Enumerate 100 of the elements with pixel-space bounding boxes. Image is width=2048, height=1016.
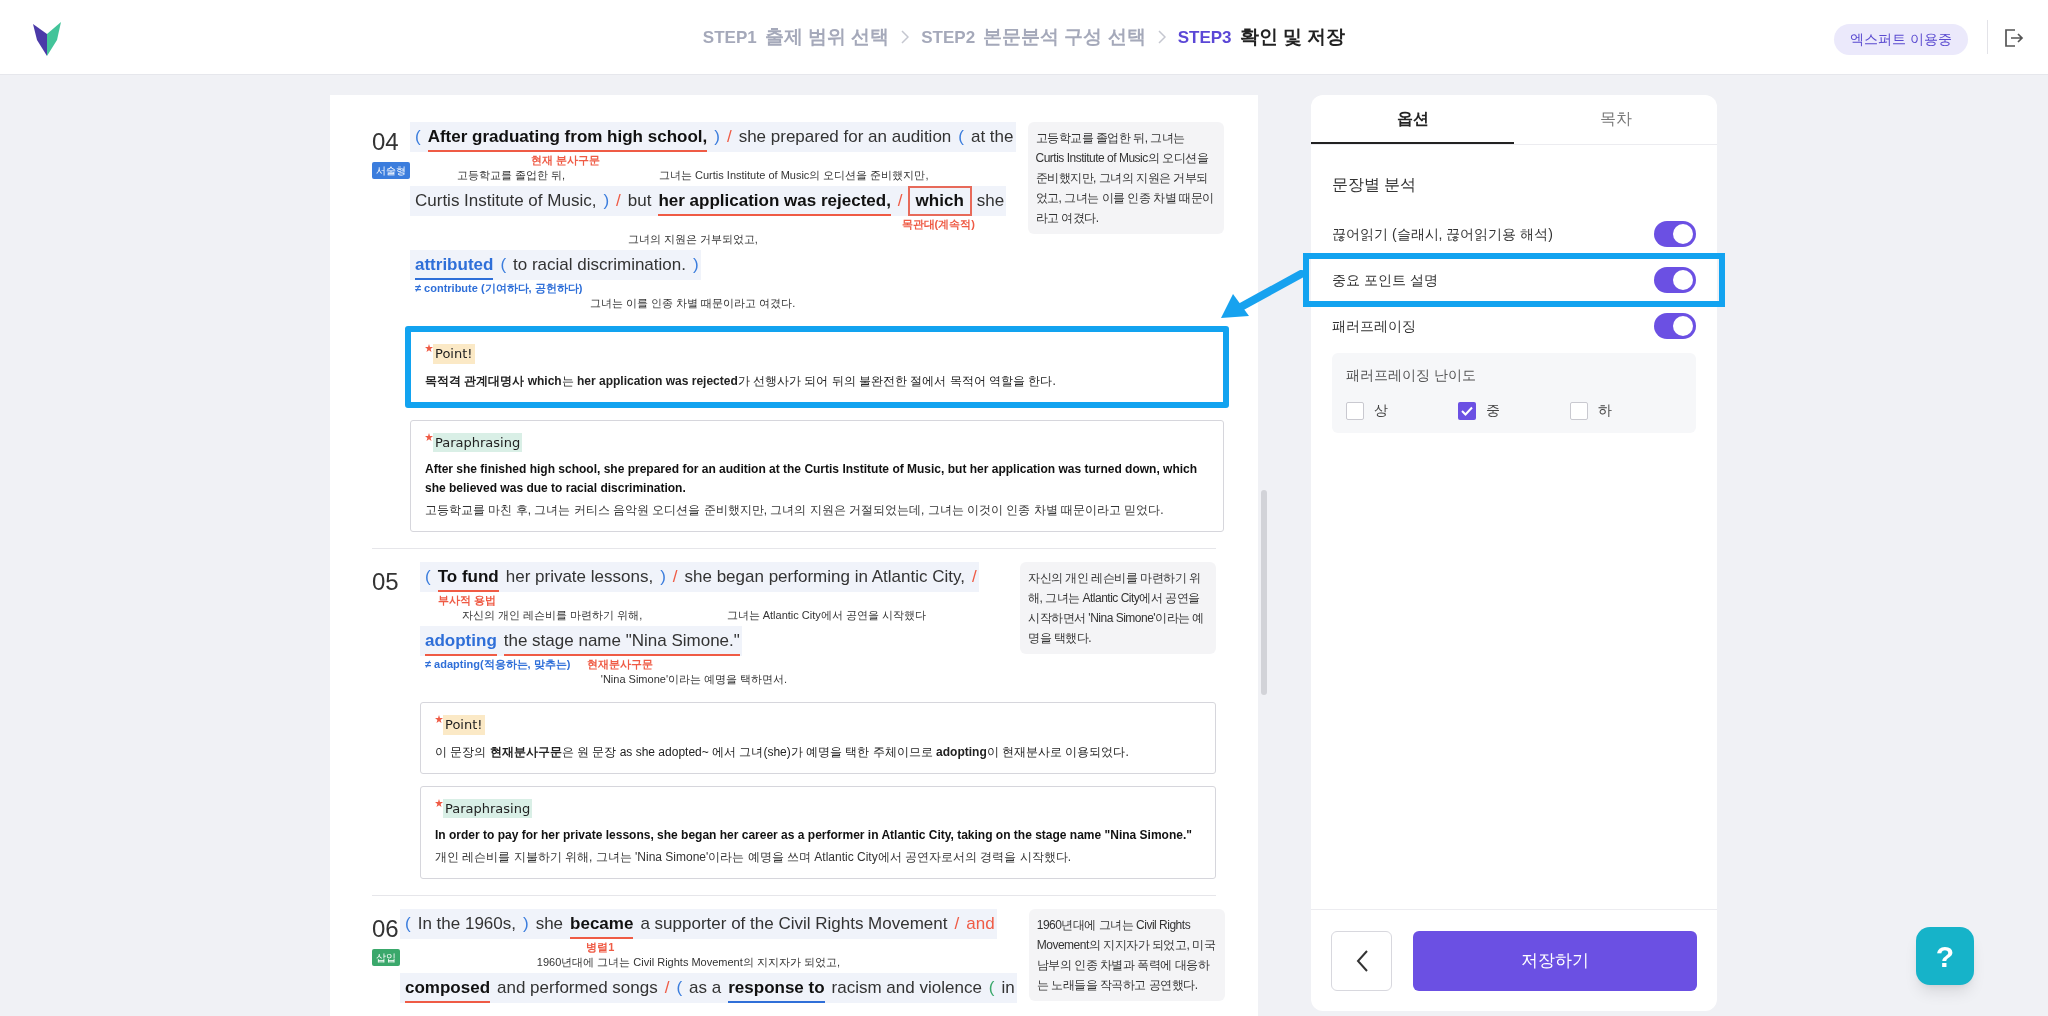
panel-tab[interactable]: 목차 bbox=[1514, 95, 1717, 144]
star-icon bbox=[425, 344, 433, 352]
sentence-text: in bbox=[1001, 977, 1015, 999]
checkbox-label: 중 bbox=[1486, 401, 1500, 420]
sentence-text: to racial discrimination. bbox=[513, 254, 686, 276]
logo-icon[interactable] bbox=[33, 22, 61, 56]
chunk-translation: 그녀는 이를 인종 차별 때문이라고 여겼다. bbox=[590, 296, 796, 311]
grammar-note: 부사적 용법 bbox=[437, 593, 496, 607]
conjunction-word: and bbox=[966, 913, 995, 935]
toggle-label: 패러프레이징 bbox=[1332, 316, 1416, 336]
bracket-mark: ( bbox=[988, 977, 995, 999]
key-phrase: became bbox=[570, 911, 634, 939]
translation-box: 1960년대에 그녀는 Civil Rights Movement의 지지자가 되었고, 미국 남부의 인종 차별과 폭력에 대응하는 노래들을 작곡하고 공연했다. bbox=[1028, 909, 1225, 1001]
key-phrase: After graduating from high school, bbox=[427, 124, 708, 152]
checkbox[interactable] bbox=[1570, 401, 1588, 420]
sentence-number: 06 bbox=[372, 914, 399, 944]
sentence-text: she prepared for an audition bbox=[738, 126, 952, 148]
chunk-translation: 'Nina Simone'이라는 예명을 택하면서. bbox=[600, 672, 788, 687]
save-button[interactable]: 저장하기 bbox=[1413, 930, 1697, 991]
sentence-text: racism and violence bbox=[831, 977, 982, 999]
point-text: 목적격 관계대명사 which는 her application was rejected가 선행사가 되어 뒤의 불완전한 절에서 목적어 역할을 한다. bbox=[425, 372, 1057, 390]
point-text: 이 문장의 현재분사구문은 원 문장 as she adopted~ 에서 그녀(she)가 예명을 택한 주체이므로 adopting이 현재분사로 이용되었다. bbox=[435, 743, 1130, 761]
bracket-mark: ) bbox=[603, 190, 610, 212]
boxed-word: which bbox=[909, 188, 970, 214]
checkbox[interactable] bbox=[1346, 401, 1364, 420]
chunk-translation: 그녀의 지원은 거부되었고, bbox=[627, 232, 758, 247]
star-icon bbox=[425, 432, 433, 441]
bracket-mark: ( bbox=[425, 566, 431, 588]
key-phrase: her application was rejected, bbox=[658, 188, 891, 216]
box-title: Paraphrasing bbox=[443, 798, 533, 818]
bracket-mark: ( bbox=[405, 913, 411, 935]
sentence-number: 04 bbox=[372, 127, 399, 157]
key-phrase: To fund bbox=[437, 564, 499, 592]
checkbox[interactable] bbox=[1458, 401, 1476, 420]
sentence-text: In the 1960s, bbox=[417, 913, 516, 935]
bracket-mark: ) bbox=[692, 254, 699, 276]
sentence-text: at the bbox=[970, 126, 1014, 148]
sentence-text: she bbox=[535, 913, 564, 935]
step-label: 본문분석 구성 선택 bbox=[983, 24, 1146, 49]
step-label: 확인 및 저장 bbox=[1239, 24, 1346, 49]
logout-icon[interactable] bbox=[2002, 27, 2024, 49]
chunk-translation: 자신의 개인 레슨비를 마련하기 위해, bbox=[462, 608, 643, 623]
bracket-mark: ( bbox=[958, 126, 964, 148]
grammar-note: 현재 분사구문 bbox=[531, 153, 601, 167]
scrollbar[interactable] bbox=[1261, 490, 1267, 695]
star-icon bbox=[435, 798, 443, 807]
slash-mark: / bbox=[954, 913, 960, 935]
sentence-text: a supporter of the Civil Rights Movement bbox=[640, 913, 948, 935]
chunk-translation: 그녀는 Atlantic City에서 공연을 시작했다 bbox=[726, 608, 926, 623]
toggle-switch[interactable] bbox=[1654, 313, 1696, 339]
question-type-badge: 서술형 bbox=[372, 162, 410, 179]
vocab-note: ≠ contribute (기여하다, 공헌하다) bbox=[415, 281, 583, 295]
slash-mark: / bbox=[897, 190, 903, 212]
key-phrase: composed bbox=[405, 975, 491, 1003]
toggle-switch[interactable] bbox=[1654, 267, 1696, 293]
key-phrase: response to bbox=[728, 975, 825, 1003]
paraphrase-korean: 개인 레슨비를 지불하기 위해, 그녀는 'Nina Simone'이라는 예명을 쓰며 Atlantic City에서 공연자로서의 경력을 시작했다. bbox=[435, 849, 1072, 866]
toggle-switch[interactable] bbox=[1654, 221, 1696, 247]
box-title: Point! bbox=[443, 715, 485, 735]
paraphrase-korean: 고등학교를 마친 후, 그녀는 커티스 음악원 오디션을 준비했지만, 그녀의 지원은 거절되었는데, 그녀는 이것이 인종 차별 때문이라고 믿었다. bbox=[425, 502, 1165, 519]
slash-mark: / bbox=[971, 566, 977, 588]
toggle-label: 중요 포인트 설명 bbox=[1332, 270, 1438, 290]
checkbox-label: 하 bbox=[1598, 401, 1612, 420]
grammar-note: 목관대(계속적) bbox=[901, 217, 975, 231]
step-label: 출제 범위 선택 bbox=[764, 24, 890, 49]
translation-box: 자신의 개인 레슨비를 마련하기 위해, 그녀는 Atlantic City에서 공연을 시작하면서 'Nina Simone'이라는 예명을 택했다. bbox=[1020, 562, 1216, 654]
difficulty-title: 패러프레이징 난이도 bbox=[1346, 366, 1477, 385]
sentence-text: but bbox=[627, 190, 652, 212]
box-title: Paraphrasing bbox=[433, 432, 523, 452]
chunk-translation: 그녀는 Curtis Institute of Music의 오디션을 준비했지만, bbox=[659, 168, 929, 183]
sentence-text: and performed songs bbox=[497, 977, 658, 999]
box-title: Point! bbox=[433, 344, 475, 364]
toggle-label: 끊어읽기 (슬래시, 끊어읽기용 해석) bbox=[1332, 224, 1553, 244]
paraphrase-english: After she finished high school, she prepared for an audition at the Curtis Institute of Music, but her application was turned down, which she believed was due to racial discrimination. bbox=[425, 461, 1199, 497]
sentence-text: as a bbox=[689, 977, 722, 999]
sentence-text: the stage name "Nina Simone." bbox=[503, 628, 740, 656]
bracket-mark: ) bbox=[714, 126, 720, 148]
slash-mark: / bbox=[672, 566, 678, 588]
step-number: STEP1 bbox=[702, 26, 757, 49]
chevron-left-icon bbox=[1354, 948, 1369, 973]
panel-tab[interactable]: 옵션 bbox=[1311, 95, 1514, 144]
sentence-text: she bbox=[976, 190, 1005, 212]
plan-badge: 엑스퍼트 이용중 bbox=[1834, 24, 1968, 55]
chunk-translation: 고등학교를 졸업한 뒤, bbox=[456, 168, 566, 183]
step-number: STEP2 bbox=[921, 26, 976, 49]
bracket-mark: ) bbox=[523, 913, 529, 935]
translation-box: 고등학교를 졸업한 뒤, 그녀는 Curtis Institute of Music의 오디션을 준비했지만, 그녀의 지원은 거부되었고, 그녀는 이를 인종 차별 때문이라고 여겼다. bbox=[1027, 122, 1224, 234]
slash-mark: / bbox=[726, 126, 732, 148]
chevron-right-icon bbox=[901, 30, 910, 44]
bracket-mark: ( bbox=[500, 254, 507, 276]
section-title: 문장별 분석 bbox=[1332, 175, 1418, 195]
bracket-mark: ( bbox=[415, 126, 421, 148]
vocab-note: ≠ adapting(적응하는, 맞추는) bbox=[425, 657, 571, 671]
slash-mark: / bbox=[664, 977, 670, 999]
checkbox-label: 상 bbox=[1374, 401, 1388, 420]
bracket-mark: ) bbox=[660, 566, 666, 588]
paraphrase-english: In order to pay for her private lessons, she began her career as a performer in Atlantic City, taking on the stage name "Nina Simone." bbox=[435, 827, 1193, 844]
sentence-text: Curtis Institute of Music, bbox=[415, 190, 597, 212]
grammar-note: 현재분사구문 bbox=[587, 657, 654, 671]
bracket-mark: ( bbox=[676, 977, 683, 999]
